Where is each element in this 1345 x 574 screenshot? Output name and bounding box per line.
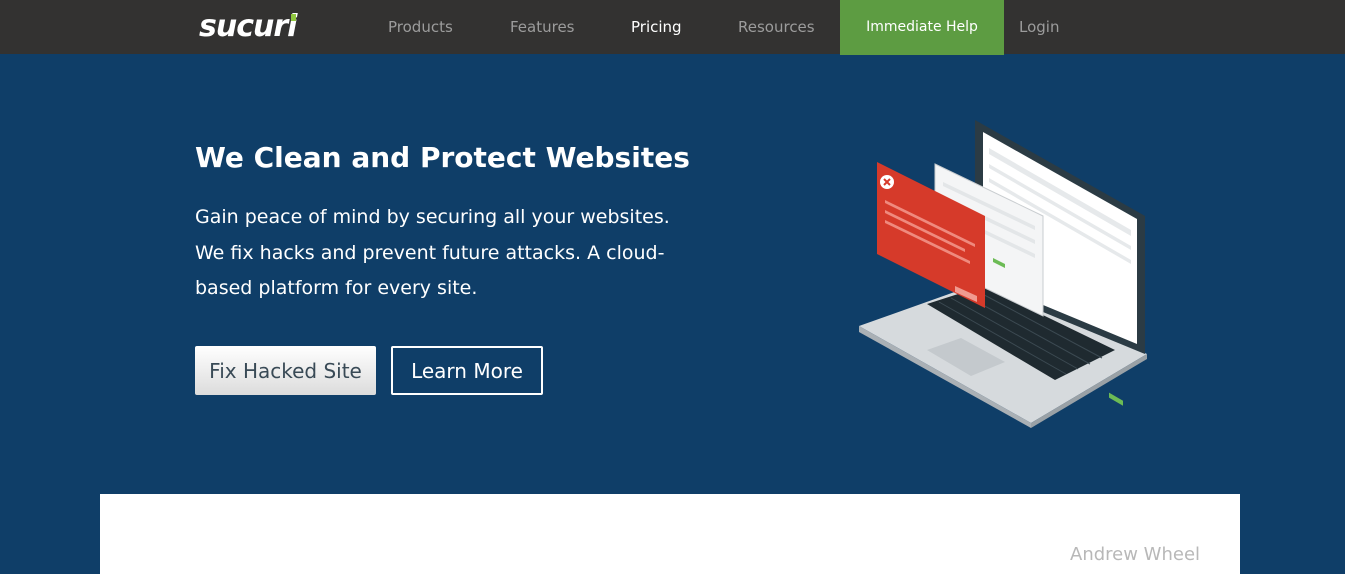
learn-more-button[interactable]: Learn More: [391, 346, 543, 395]
nav-products[interactable]: Products: [388, 0, 453, 54]
card-peek-text: Andrew Wheel: [1070, 544, 1201, 565]
sucuri-logo[interactable]: sucuri: [199, 9, 297, 44]
fix-hacked-site-button[interactable]: Fix Hacked Site: [195, 346, 376, 395]
nav-pricing[interactable]: Pricing: [631, 0, 682, 54]
status-indicator-green: [1109, 392, 1123, 406]
nav-login[interactable]: Login: [1019, 0, 1059, 54]
nav-resources[interactable]: Resources: [738, 0, 815, 54]
logo-wordmark: sucuri: [199, 9, 297, 44]
content-card: Andrew Wheel: [100, 494, 1240, 574]
immediate-help-button[interactable]: Immediate Help: [840, 0, 1004, 55]
hero-description: Gain peace of mind by securing all your …: [195, 206, 670, 299]
logo-accent-mark: [291, 14, 297, 21]
laptop-security-dashboard-illustration: [859, 120, 1147, 428]
top-navigation-bar: sucuri Products Features Pricing Resourc…: [0, 0, 1345, 55]
nav-features[interactable]: Features: [510, 0, 575, 54]
hero-title: We Clean and Protect Websites: [195, 141, 690, 174]
